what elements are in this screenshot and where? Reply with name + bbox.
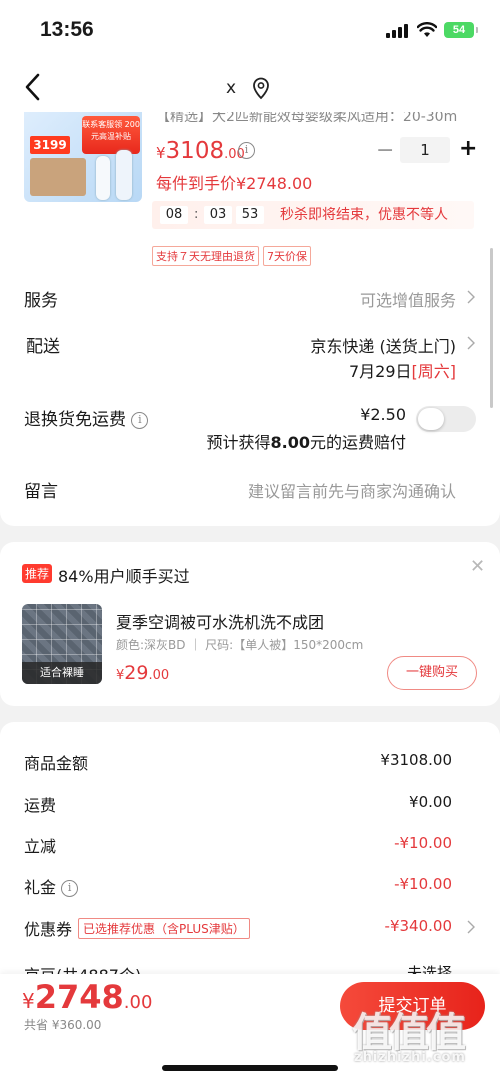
delivery-weekday: [周六] [411, 362, 457, 381]
service-label: 服务 [24, 291, 58, 311]
recommend-product-image[interactable]: 适合裸睡 [22, 604, 102, 684]
total-main: 2748 [34, 978, 124, 1016]
delivery-date-text: 7月29日 [348, 362, 412, 381]
return-desc-prefix: 预计获得 [206, 433, 271, 452]
chevron-right-icon[interactable] [466, 290, 476, 304]
home-indicator[interactable] [162, 1065, 338, 1071]
services-card: 服务 可选增值服务 配送 京东快递 (送货上门) 7月29日[周六] 退换货免运… [0, 272, 500, 526]
price-main: 3108 [165, 138, 225, 164]
quantity-input[interactable]: 1 [400, 137, 450, 163]
product-image-price: 3199 [30, 136, 70, 154]
info-icon[interactable]: i [61, 880, 79, 897]
status-bar: 13:56 54 [0, 0, 500, 60]
product-image-unit [116, 150, 132, 200]
product-image-unit [96, 156, 110, 200]
signal-icon [386, 24, 410, 38]
chevron-right-icon[interactable] [466, 336, 476, 350]
saved-amount: 共省 ¥360.00 [24, 1018, 102, 1032]
bottom-bar: ¥2748.00 共省 ¥360.00 提交订单 [0, 974, 500, 1081]
flash-sale-countdown: 08 : 03 : 53 秒杀即将结束，优惠不等人 [152, 201, 474, 229]
product-image-room [30, 158, 86, 196]
recommend-image-label: 适合裸睡 [22, 662, 102, 684]
return-shipping-price: ¥2.50 [360, 405, 406, 424]
return-shipping-text: 退换货免运费 [24, 410, 126, 430]
countdown-seconds: 53 [236, 206, 264, 224]
product-price: ¥3108.00 [156, 138, 245, 164]
summary-label: 优惠券 已选推荐优惠（含PLUS津贴） [24, 916, 250, 940]
product-tag: 支持７天无理由退货 [152, 246, 259, 266]
quantity-increase-button[interactable]: + [459, 136, 477, 161]
recommend-spec: 颜色:深灰BD ｜ 尺码:【单人被】150*200cm [116, 638, 364, 652]
product-tags: 支持７天无理由退货 7天价保 [152, 245, 315, 266]
delivery-date[interactable]: 7月29日[周六] [349, 358, 456, 382]
summary-label-text: 礼金 [24, 878, 57, 897]
recommend-title[interactable]: 夏季空调被可水洗机洗不成团 [116, 609, 324, 633]
price-info-icon[interactable]: i [238, 142, 255, 159]
summary-label: 商品金额 [24, 754, 89, 773]
recommendation-card: 推荐 84%用户顺手买过 ✕ 适合裸睡 夏季空调被可水洗机洗不成团 颜色:深灰B… [0, 542, 500, 706]
product-card: 联系客服领 200元高温补贴 3199 【精选】大2匹新能效母婴级柔风适用：20… [0, 100, 500, 272]
total-currency: ¥ [22, 989, 35, 1013]
recommend-price: ¥29.00 [116, 662, 169, 684]
quantity-decrease-button[interactable]: − [376, 138, 394, 163]
return-desc-suffix: 元的运费赔付 [309, 433, 406, 452]
return-shipping-label: 退换货免运费 i [24, 405, 149, 430]
back-arrow-icon[interactable] [20, 72, 46, 102]
one-click-buy-button[interactable]: 一键购买 [387, 656, 477, 690]
coupon-value[interactable]: -¥340.00 [385, 917, 452, 935]
total-decimal: .00 [123, 992, 153, 1013]
countdown-separator: : [194, 207, 199, 222]
summary-label: 礼金 i [24, 874, 79, 898]
value-added-service-link[interactable]: 可选增值服务 [360, 287, 456, 311]
submit-order-button[interactable]: 提交订单 [340, 982, 485, 1030]
wifi-icon [417, 22, 437, 37]
note-label: 留言 [24, 482, 58, 502]
summary-label-text: 优惠券 [24, 920, 73, 939]
summary-label: 立减 [24, 837, 57, 856]
scrollbar[interactable] [490, 248, 493, 408]
price-main: 29 [124, 662, 149, 684]
product-tag: 7天价保 [263, 246, 311, 266]
return-shipping-toggle[interactable] [416, 406, 476, 432]
price-summary-card: 商品金额 ¥3108.00 运费 ¥0.00 立减 -¥10.00 礼金 i -… [0, 722, 500, 982]
price-decimal: .00 [148, 668, 170, 683]
summary-value: -¥10.00 [394, 834, 452, 852]
summary-value: -¥10.00 [394, 875, 452, 893]
close-button[interactable]: x [226, 78, 236, 98]
location-pin-icon[interactable] [250, 76, 272, 100]
return-shipping-desc: 预计获得8.00元的运费赔付 [206, 429, 406, 453]
countdown-minutes: 03 [204, 206, 232, 224]
product-image[interactable]: 联系客服领 200元高温补贴 3199 [24, 106, 142, 202]
summary-value: ¥3108.00 [380, 751, 452, 769]
note-input[interactable]: 建议留言前先与商家沟通确认 [248, 478, 456, 502]
info-icon[interactable]: i [131, 411, 149, 429]
recommend-headline: 84%用户顺手买过 [58, 567, 190, 586]
summary-value: ¥0.00 [409, 793, 452, 811]
summary-label: 运费 [24, 796, 57, 815]
chevron-right-icon[interactable] [466, 920, 476, 934]
product-image-ad: 联系客服领 200元高温补贴 [82, 116, 140, 154]
delivery-method[interactable]: 京东快递 (送货上门) [310, 333, 456, 357]
countdown-text: 秒杀即将结束，优惠不等人 [280, 207, 448, 223]
delivery-label: 配送 [26, 337, 60, 357]
recommend-badge: 推荐 [22, 564, 53, 583]
return-desc-amount: 8.00 [270, 433, 310, 452]
nav-bar: x [0, 60, 500, 112]
status-time: 13:56 [40, 18, 94, 41]
coupon-tag: 已选推荐优惠（含PLUS津贴） [78, 918, 250, 939]
final-price-text: 每件到手价¥2748.00 [156, 174, 313, 193]
total-price: ¥2748.00 [22, 978, 152, 1016]
countdown-hours: 08 [160, 206, 188, 224]
battery-icon: 54 [444, 22, 478, 38]
price-currency: ¥ [156, 144, 166, 162]
close-icon[interactable]: ✕ [470, 556, 485, 577]
